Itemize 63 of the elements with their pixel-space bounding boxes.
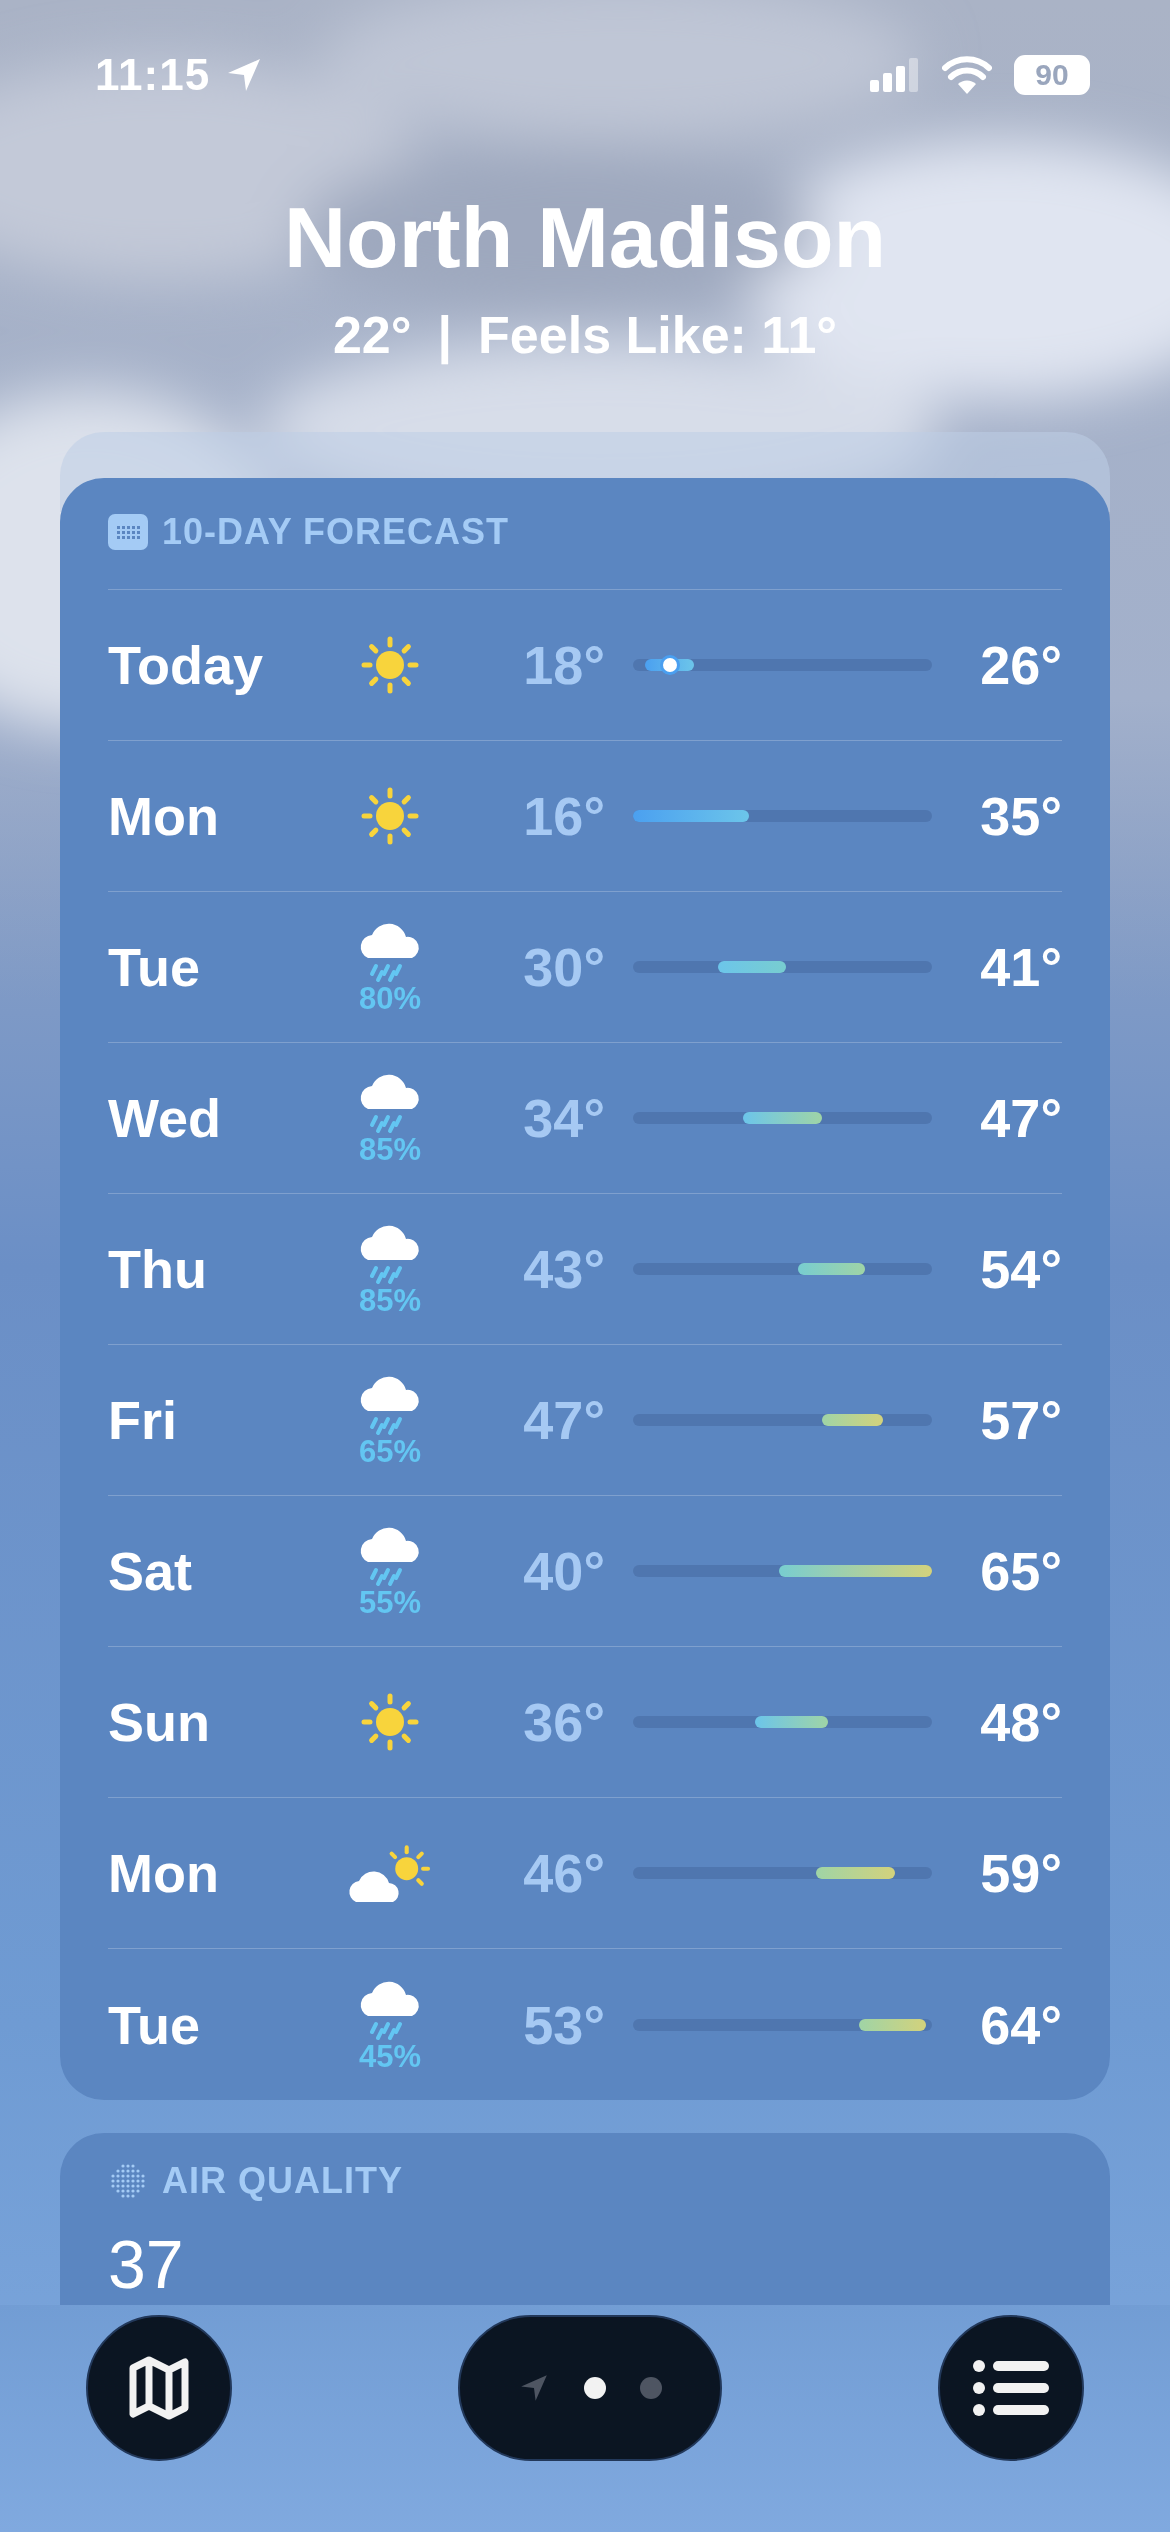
forecast-row[interactable]: Tue 80% 30° 41° bbox=[108, 892, 1062, 1043]
page-dot[interactable] bbox=[640, 2377, 662, 2399]
low-temperature: 34° bbox=[522, 1087, 605, 1149]
day-label: Mon bbox=[108, 1842, 220, 1904]
temperature-range-bar bbox=[797, 1263, 865, 1275]
forecast-row[interactable]: Sat 55% 40° 65° bbox=[108, 1496, 1062, 1647]
forecast-title: 10-DAY FORECAST bbox=[162, 510, 510, 553]
temperature-range-bar bbox=[858, 2018, 926, 2031]
high-temperature: 47° bbox=[979, 1087, 1062, 1149]
page-dot[interactable] bbox=[584, 2377, 606, 2399]
day-label: Wed bbox=[108, 1087, 222, 1149]
separator: | bbox=[437, 305, 453, 365]
status-time: 11:15 bbox=[95, 50, 211, 100]
precipitation-chance: 65% bbox=[358, 1435, 421, 1469]
day-label: Sat bbox=[108, 1540, 194, 1602]
temperature-range-bar bbox=[718, 961, 786, 973]
high-temperature: 64° bbox=[979, 1993, 1062, 2056]
forecast-row[interactable]: Mon 46° 59° bbox=[108, 1798, 1062, 1949]
forecast-row[interactable]: Fri 65% 47° 57° bbox=[108, 1345, 1062, 1496]
low-temperature: 43° bbox=[522, 1238, 605, 1300]
precipitation-chance: 55% bbox=[358, 1586, 421, 1620]
day-label: Mon bbox=[108, 785, 220, 847]
low-temperature: 16° bbox=[522, 785, 605, 847]
air-quality-value: 37 bbox=[108, 2229, 184, 2299]
signal-icon bbox=[870, 58, 920, 92]
forecast-row[interactable]: Wed 85% 34° 47° bbox=[108, 1043, 1062, 1194]
day-label: Tue bbox=[108, 1993, 201, 2056]
high-temperature: 59° bbox=[979, 1842, 1062, 1904]
forecast-row[interactable]: Mon 16° 35° bbox=[108, 741, 1062, 892]
low-temperature: 53° bbox=[522, 1993, 605, 2056]
low-temperature: 47° bbox=[522, 1389, 605, 1451]
wifi-icon bbox=[942, 56, 992, 94]
high-temperature: 26° bbox=[979, 634, 1062, 696]
forecast-row[interactable]: Thu 85% 43° 54° bbox=[108, 1194, 1062, 1345]
high-temperature: 65° bbox=[979, 1540, 1062, 1602]
day-label: Fri bbox=[108, 1389, 178, 1451]
high-temperature: 48° bbox=[979, 1691, 1062, 1753]
forecast-row[interactable]: Sun 36° 48° bbox=[108, 1647, 1062, 1798]
precipitation-chance: 80% bbox=[358, 982, 421, 1016]
low-temperature: 36° bbox=[522, 1691, 605, 1753]
current-temperature: 22° bbox=[332, 305, 412, 365]
air-quality-title: AIR QUALITY bbox=[162, 2160, 403, 2202]
low-temperature: 18° bbox=[522, 634, 605, 696]
high-temperature: 54° bbox=[979, 1238, 1062, 1300]
forecast-row[interactable]: Today 18° 26° bbox=[108, 590, 1062, 741]
low-temperature: 40° bbox=[522, 1540, 605, 1602]
battery-indicator: 90 bbox=[1014, 55, 1090, 95]
calendar-icon bbox=[108, 513, 148, 550]
precipitation-chance: 85% bbox=[358, 1284, 421, 1318]
list-icon bbox=[971, 2358, 1051, 2418]
low-temperature: 30° bbox=[522, 936, 605, 998]
day-label: Tue bbox=[108, 936, 201, 998]
day-label: Sun bbox=[108, 1691, 211, 1753]
high-temperature: 35° bbox=[979, 785, 1062, 847]
day-label: Today bbox=[108, 634, 264, 696]
temperature-range-bar bbox=[822, 1414, 884, 1426]
day-label: Thu bbox=[108, 1238, 208, 1300]
low-temperature: 46° bbox=[522, 1842, 605, 1904]
precipitation-chance: 45% bbox=[358, 2039, 421, 2074]
precipitation-chance: 85% bbox=[358, 1133, 421, 1167]
high-temperature: 41° bbox=[979, 936, 1062, 998]
forecast-row[interactable]: Tue 45% 53° 64° bbox=[108, 1949, 1062, 2100]
high-temperature: 57° bbox=[979, 1389, 1062, 1451]
